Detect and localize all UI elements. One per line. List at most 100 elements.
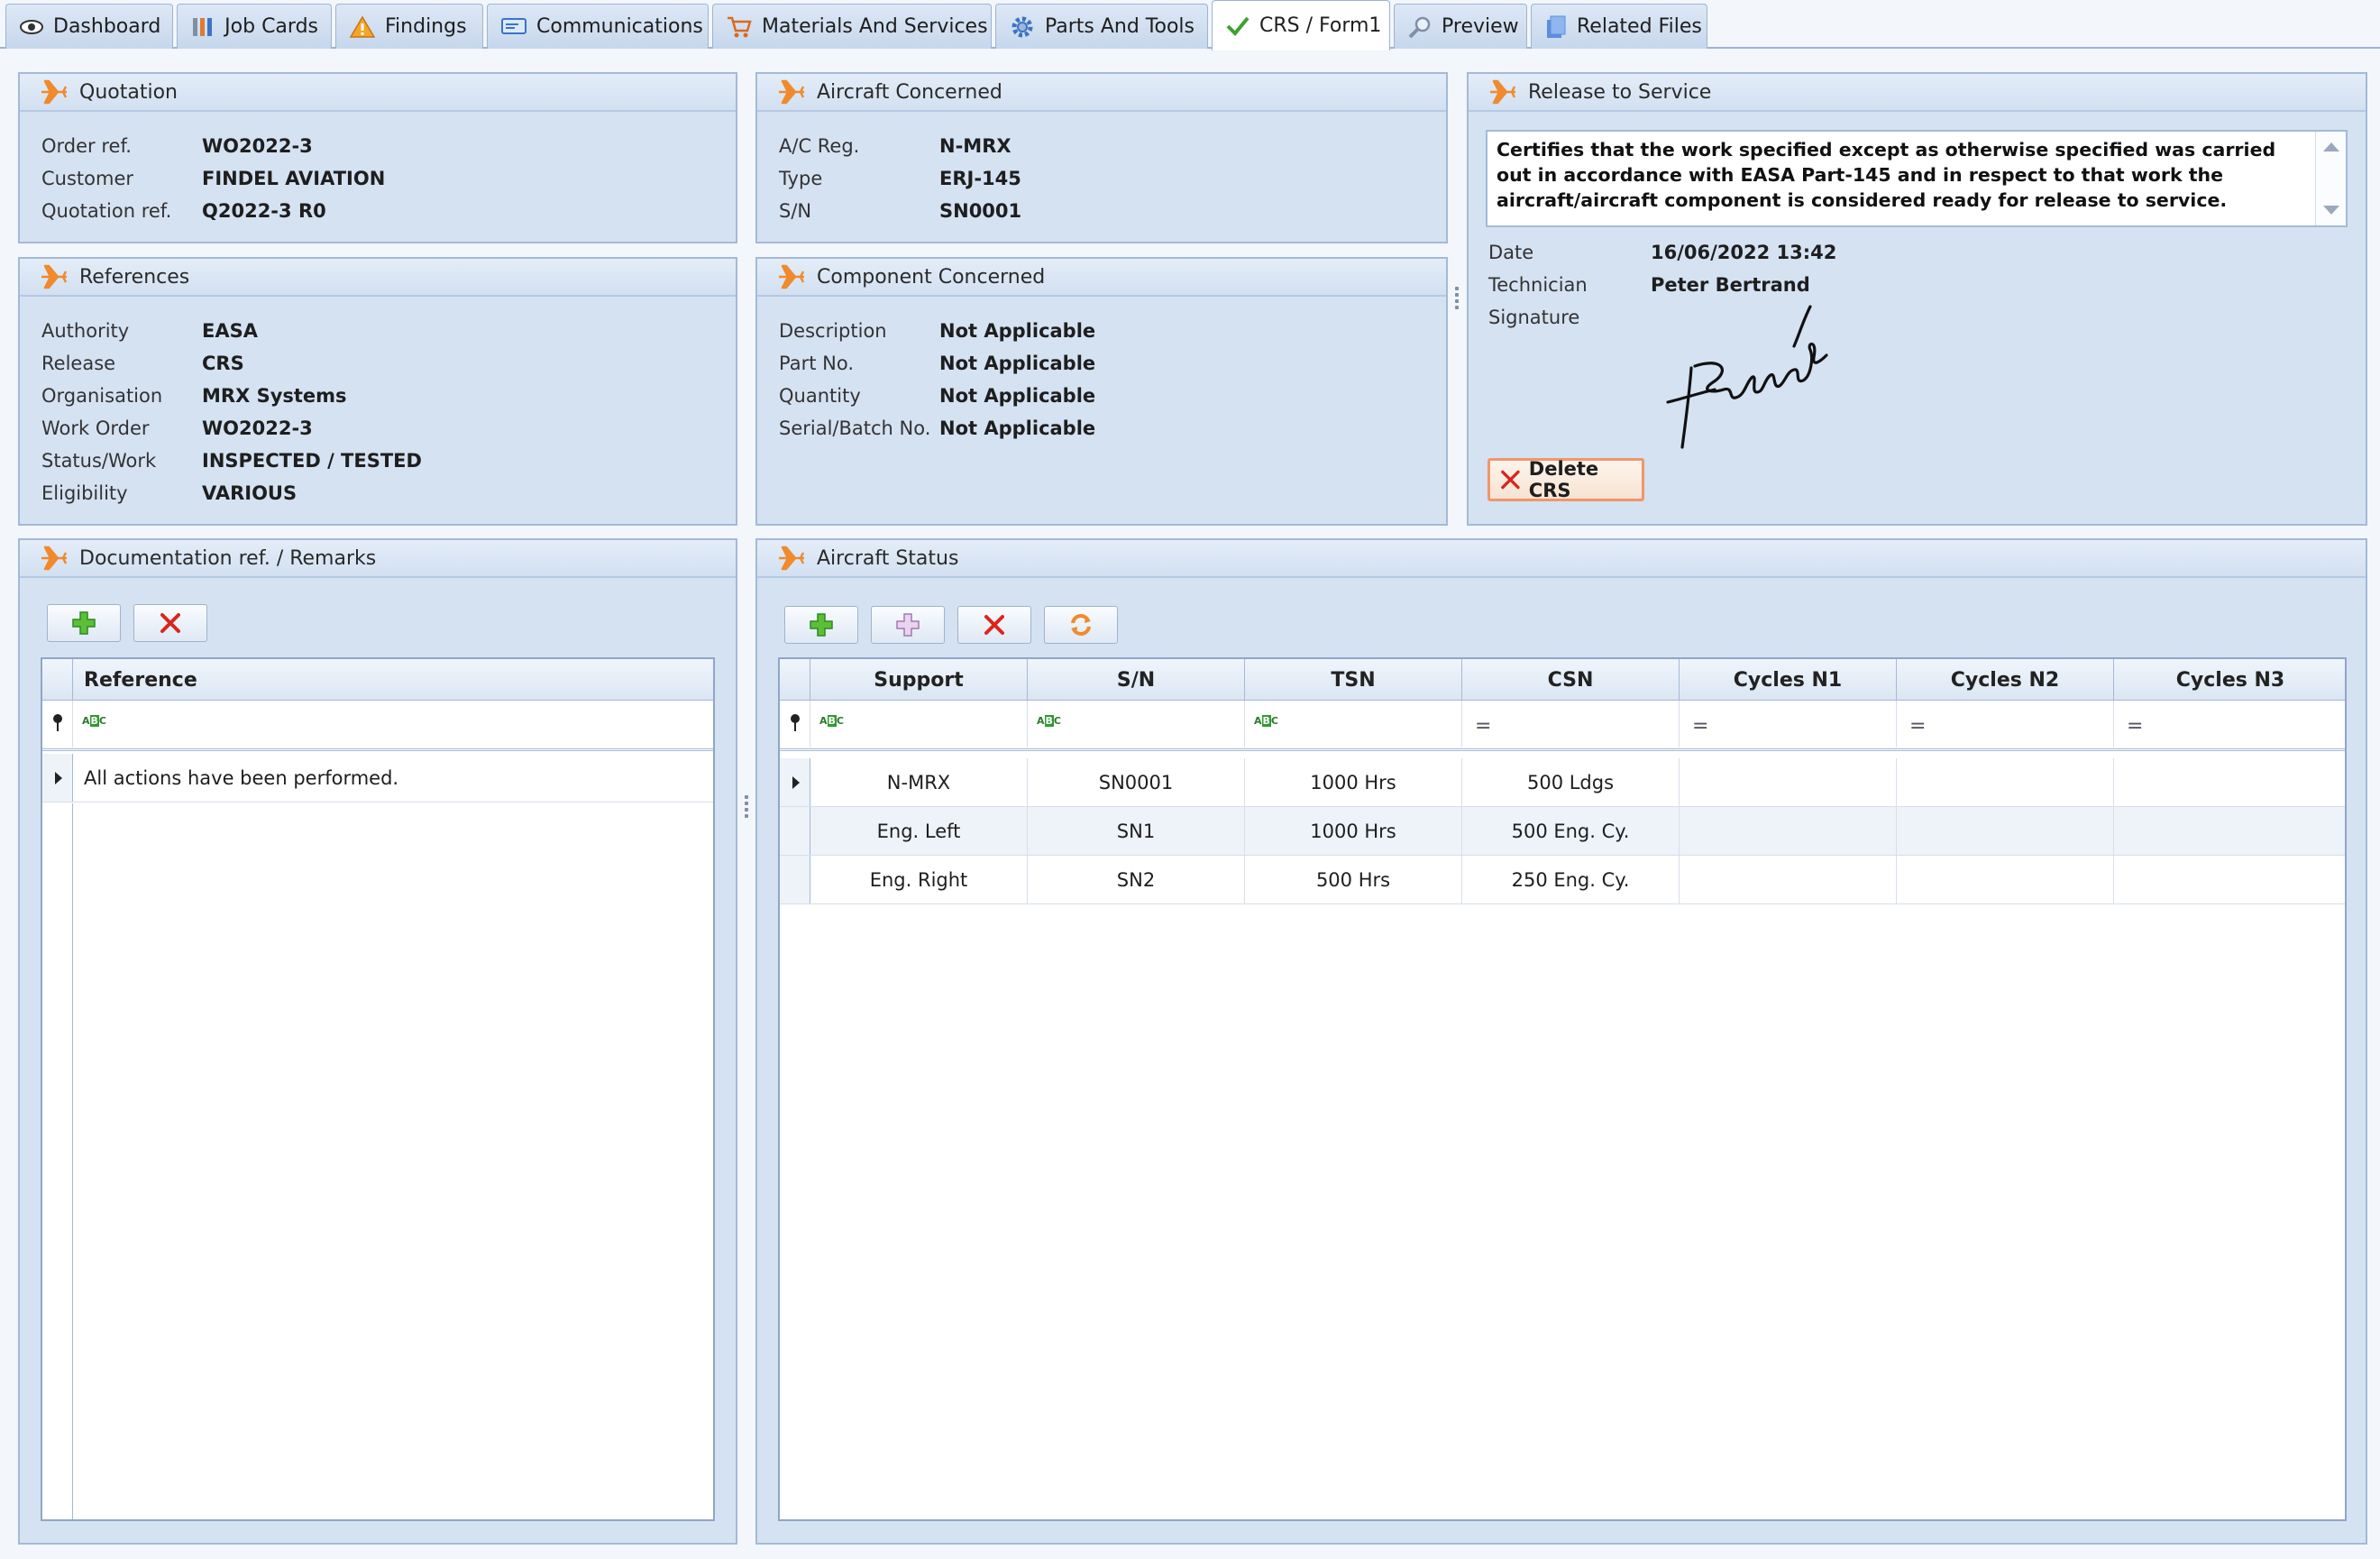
refresh-status-button[interactable]: [1044, 606, 1118, 644]
filter-tsn-input[interactable]: ABC: [1245, 701, 1462, 747]
field-label: Technician: [1488, 274, 1588, 296]
table-row[interactable]: Eng. Right SN2 500 Hrs 250 Eng. Cy.: [780, 856, 2345, 904]
add-status-button[interactable]: [784, 606, 858, 644]
crs-statement-scrollbar[interactable]: [2315, 132, 2346, 225]
text-filter-icon: ABC: [1037, 715, 1061, 727]
delete-status-button[interactable]: [957, 606, 1031, 644]
filter-pin-cell: [780, 701, 810, 747]
add-child-status-button[interactable]: [871, 606, 945, 644]
cycles-n3-cell[interactable]: [2114, 758, 2345, 807]
sn-cell[interactable]: SN2: [1028, 856, 1245, 904]
tsn-cell[interactable]: 1000 Hrs: [1245, 807, 1462, 856]
airplane-icon: [1490, 79, 1516, 105]
column-header-tsn[interactable]: TSN: [1245, 659, 1462, 701]
row-indicator[interactable]: [780, 856, 810, 903]
text-filter-icon: ABC: [1254, 715, 1278, 727]
field-label: Organisation: [41, 385, 163, 407]
filter-pin-cell: [42, 701, 73, 747]
crs-statement-box[interactable]: Certifies that the work specified except…: [1486, 130, 2348, 227]
tab-label: CRS / Form1: [1259, 14, 1382, 37]
delete-crs-button[interactable]: Delete CRS: [1488, 458, 1644, 501]
sn-cell[interactable]: SN0001: [1028, 758, 1245, 807]
references-header: References: [20, 259, 736, 297]
crs-statement-text: Certifies that the work specified except…: [1497, 139, 2276, 211]
delete-reference-button[interactable]: [133, 604, 207, 642]
column-header-csn[interactable]: CSN: [1462, 659, 1680, 701]
tab-preview[interactable]: Preview: [1394, 4, 1527, 49]
table-row[interactable]: Eng. Left SN1 1000 Hrs 500 Eng. Cy.: [780, 807, 2345, 856]
tab-dashboard[interactable]: Dashboard: [5, 4, 173, 49]
pin-icon: [53, 714, 62, 731]
cycles-n1-cell[interactable]: [1680, 807, 1897, 856]
tab-communications[interactable]: Communications: [487, 4, 709, 49]
row-indicator[interactable]: [42, 754, 73, 802]
scroll-down-icon[interactable]: [2323, 206, 2339, 215]
magnifier-icon: [1407, 14, 1433, 41]
filter-support-input[interactable]: ABC: [810, 701, 1028, 747]
tab-parts-and-tools[interactable]: Parts And Tools: [995, 4, 1208, 49]
panel-splitter[interactable]: [745, 795, 748, 821]
filter-cycles-n1-input[interactable]: =: [1680, 701, 1897, 747]
field-value: Q2022-3 R0: [202, 200, 326, 222]
row-indicator[interactable]: [780, 758, 810, 806]
panel-splitter[interactable]: [1455, 287, 1459, 312]
filter-csn-input[interactable]: =: [1462, 701, 1680, 747]
pin-icon: [791, 714, 800, 731]
column-header-cycles-n3[interactable]: Cycles N3: [2114, 659, 2345, 701]
support-cell[interactable]: N-MRX: [810, 758, 1028, 807]
field-label: Part No.: [779, 353, 854, 374]
add-reference-button[interactable]: [47, 604, 121, 642]
column-header-reference[interactable]: Reference: [73, 659, 713, 701]
row-indicator[interactable]: [780, 807, 810, 855]
field-label: Work Order: [41, 417, 150, 439]
tab-label: Findings: [385, 15, 467, 38]
aircraft-status-grid-header: Support S/N TSN CSN Cycles N1 Cycles N2 …: [780, 659, 2345, 701]
csn-cell[interactable]: 250 Eng. Cy.: [1462, 856, 1680, 904]
tab-job-cards[interactable]: Job Cards: [177, 4, 332, 49]
csn-cell[interactable]: 500 Ldgs: [1462, 758, 1680, 807]
table-row[interactable]: All actions have been performed.: [42, 754, 713, 802]
tab-related-files[interactable]: Related Files: [1531, 4, 1707, 49]
column-header-support[interactable]: Support: [810, 659, 1028, 701]
tsn-cell[interactable]: 500 Hrs: [1245, 856, 1462, 904]
tab-label: Preview: [1442, 15, 1519, 38]
reference-cell[interactable]: All actions have been performed.: [73, 754, 713, 802]
support-cell[interactable]: Eng. Left: [810, 807, 1028, 856]
cycles-n3-cell[interactable]: [2114, 807, 2345, 856]
field-value: Not Applicable: [939, 353, 1096, 374]
filter-reference-input[interactable]: ABC: [73, 701, 713, 747]
scroll-up-icon[interactable]: [2323, 142, 2339, 151]
support-cell[interactable]: Eng. Right: [810, 856, 1028, 904]
field-value: N-MRX: [939, 135, 1012, 157]
row-indicator-header: [780, 659, 810, 701]
table-row[interactable]: N-MRX SN0001 1000 Hrs 500 Ldgs: [780, 758, 2345, 807]
field-label: Release: [41, 353, 116, 374]
cycles-n1-cell[interactable]: [1680, 856, 1897, 904]
tab-crs-form1[interactable]: CRS / Form1: [1212, 0, 1390, 50]
field-value: INSPECTED / TESTED: [202, 450, 422, 472]
tab-materials-and-services[interactable]: Materials And Services: [712, 4, 992, 49]
airplane-icon: [779, 264, 805, 289]
cycles-n2-cell[interactable]: [1897, 758, 2114, 807]
field-label: Date: [1488, 242, 1534, 263]
field-value: 16/06/2022 13:42: [1651, 242, 1837, 263]
csn-cell[interactable]: 500 Eng. Cy.: [1462, 807, 1680, 856]
aircraft-status-title: Aircraft Status: [817, 546, 959, 570]
sn-cell[interactable]: SN1: [1028, 807, 1245, 856]
cycles-n2-cell[interactable]: [1897, 856, 2114, 904]
filter-cycles-n3-input[interactable]: =: [2114, 701, 2345, 747]
tab-findings[interactable]: Findings: [335, 4, 483, 49]
column-header-cycles-n2[interactable]: Cycles N2: [1897, 659, 2114, 701]
column-header-cycles-n1[interactable]: Cycles N1: [1680, 659, 1897, 701]
cycles-n3-cell[interactable]: [2114, 856, 2345, 904]
filter-sn-input[interactable]: ABC: [1028, 701, 1245, 747]
cycles-n1-cell[interactable]: [1680, 758, 1897, 807]
cycles-n2-cell[interactable]: [1897, 807, 2114, 856]
tab-label: Materials And Services: [762, 15, 988, 38]
filter-cycles-n2-input[interactable]: =: [1897, 701, 2114, 747]
tsn-cell[interactable]: 1000 Hrs: [1245, 758, 1462, 807]
field-value: CRS: [202, 353, 244, 374]
release-to-service-title: Release to Service: [1528, 80, 1712, 104]
column-header-sn[interactable]: S/N: [1028, 659, 1245, 701]
indicator-column-blank: [42, 803, 73, 1519]
